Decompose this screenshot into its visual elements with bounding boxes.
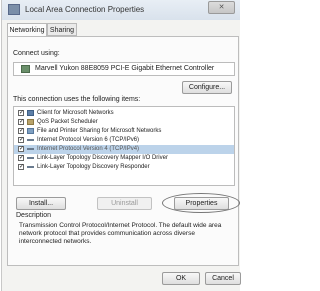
item-label: Client for Microsoft Networks <box>37 110 114 116</box>
item-checkbox[interactable]: ✓ <box>18 137 24 143</box>
adapter-name: Marvell Yukon 88E8059 PCI-E Gigabit Ethe… <box>35 65 215 72</box>
item-checkbox[interactable]: ✓ <box>18 128 24 134</box>
item-checkbox[interactable]: ✓ <box>18 146 24 152</box>
tab-networking[interactable]: Networking <box>7 23 47 37</box>
highlight-circle <box>162 193 240 213</box>
window-title: Local Area Connection Properties <box>25 5 145 14</box>
dialog-footer: OK Cancel <box>2 266 241 291</box>
uninstall-button[interactable]: Uninstall <box>97 197 152 210</box>
configure-button[interactable]: Configure... <box>182 81 232 94</box>
protocol-icon <box>27 148 34 152</box>
protocol-icon <box>27 166 34 170</box>
adapter-field: Marvell Yukon 88E8059 PCI-E Gigabit Ethe… <box>13 62 235 76</box>
item-label: Internet Protocol Version 6 (TCP/IPv6) <box>37 137 140 143</box>
components-list[interactable]: ✓ Client for Microsoft Networks ✓ QoS Pa… <box>13 106 235 186</box>
item-checkbox[interactable]: ✓ <box>18 110 24 116</box>
list-item[interactable]: ✓ Internet Protocol Version 6 (TCP/IPv6) <box>14 136 234 145</box>
item-label: Link-Layer Topology Discovery Mapper I/O… <box>37 155 168 161</box>
list-item[interactable]: ✓ File and Printer Sharing for Microsoft… <box>14 127 234 136</box>
install-button[interactable]: Install... <box>16 197 66 210</box>
properties-dialog: Local Area Connection Properties ✕ Netwo… <box>1 0 241 291</box>
network-connection-icon <box>8 4 20 15</box>
item-checkbox[interactable]: ✓ <box>18 119 24 125</box>
protocol-icon <box>27 139 34 143</box>
item-label: File and Printer Sharing for Microsoft N… <box>37 128 162 134</box>
item-checkbox[interactable]: ✓ <box>18 164 24 170</box>
close-button[interactable]: ✕ <box>208 1 235 14</box>
protocol-icon <box>27 157 34 161</box>
description-text: Transmission Control Protocol/Internet P… <box>19 222 222 245</box>
cancel-button[interactable]: Cancel <box>205 272 241 285</box>
tab-sharing[interactable]: Sharing <box>47 23 77 36</box>
network-adapter-icon <box>21 65 30 73</box>
client-icon <box>27 110 34 116</box>
list-item-selected[interactable]: ✓ Internet Protocol Version 4 (TCP/IPv4) <box>14 145 234 154</box>
sharing-icon <box>27 128 34 134</box>
items-label: This connection uses the following items… <box>13 96 141 103</box>
list-item[interactable]: ✓ Client for Microsoft Networks <box>14 109 234 118</box>
item-label: Link-Layer Topology Discovery Responder <box>37 164 150 170</box>
item-label: QoS Packet Scheduler <box>37 119 98 125</box>
item-checkbox[interactable]: ✓ <box>18 155 24 161</box>
list-item[interactable]: ✓ QoS Packet Scheduler <box>14 118 234 127</box>
list-item[interactable]: ✓ Link-Layer Topology Discovery Responde… <box>14 163 234 172</box>
title-bar[interactable]: Local Area Connection Properties ✕ <box>2 0 240 20</box>
item-label: Internet Protocol Version 4 (TCP/IPv4) <box>37 146 140 152</box>
description-label: Description <box>16 212 52 219</box>
scheduler-icon <box>27 119 34 125</box>
connect-using-label: Connect using: <box>13 50 60 57</box>
ok-button[interactable]: OK <box>162 272 200 285</box>
list-item[interactable]: ✓ Link-Layer Topology Discovery Mapper I… <box>14 154 234 163</box>
